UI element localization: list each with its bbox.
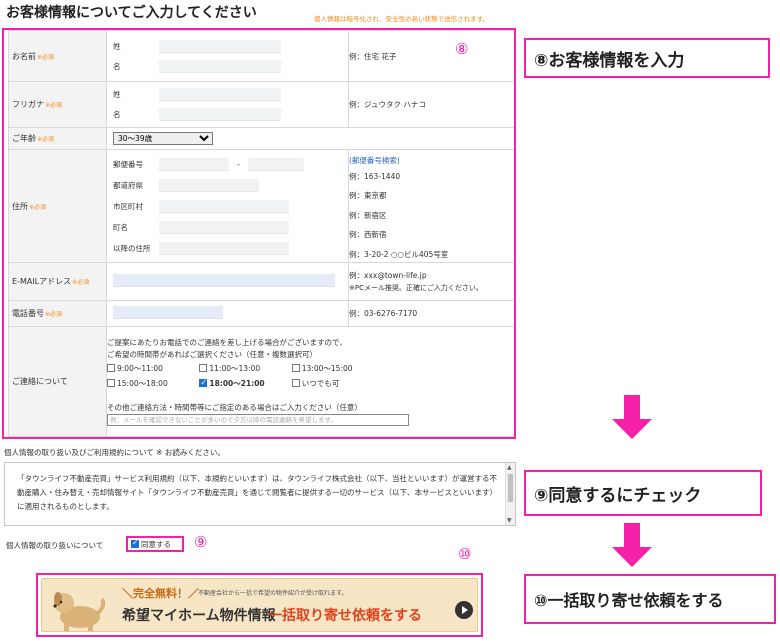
arrow-down-1 [612,395,652,441]
play-icon [455,601,473,619]
banner-action-text: 一括取り寄せ依頼をする [268,608,422,624]
request-banner-button[interactable]: ＼完全無料！／ 不動産会社から一括で希望の物件紹介が受け取れます。 希望マイホー… [41,578,478,632]
page-title: お客様情報についてご入力してください [6,5,257,21]
form-highlight-box [2,28,516,439]
mark-9: ⑨ [194,533,208,551]
scroll-up-icon[interactable]: ▲ [507,464,512,471]
callout-10: ⑩一括取り寄せ依頼をする [524,574,776,624]
arrow-down-2 [612,523,652,569]
terms-box[interactable]: 「タウンライフ不動産売買」サービス利用規約（以下、本規約といいます）は、タウンラ… [4,462,516,526]
banner-free-label: ＼完全無料！／ [122,587,199,600]
scroll-down-icon[interactable]: ▼ [507,517,512,524]
mark-8: ⑧ [455,40,469,58]
callout-9: ⑨同意するにチェック [524,470,762,516]
security-note: 個人情報は暗号化され、安全性の高い状態で送信されます。 [314,15,489,23]
banner-main-text: 希望マイホーム物件情報 [122,608,276,624]
agree-checkbox-label[interactable]: 同意する [141,539,171,550]
privacy-heading: 個人情報の取り扱い及びご利用規約について ※ お読みください。 [4,448,225,457]
agree-checkbox[interactable] [131,538,139,548]
dog-icon [53,592,106,631]
callout-8: ⑧お客様情報を入力 [524,38,770,78]
banner-subtext: 不動産会社から一括で希望の物件紹介が受け取れます。 [198,590,348,597]
scroll-thumb[interactable] [508,474,513,502]
agree-label: 個人情報の取り扱いについて [6,541,104,550]
agree-checkbox-highlight[interactable]: 同意する [126,536,184,552]
terms-scrollbar[interactable]: ▲ ▼ [505,463,515,525]
request-banner-highlight: ＼完全無料！／ 不動産会社から一括で希望の物件紹介が受け取れます。 希望マイホー… [36,573,483,637]
mark-10: ⑩ [458,545,472,563]
terms-text: 「タウンライフ不動産売買」サービス利用規約（以下、本規約といいます）は、タウンラ… [17,474,497,511]
